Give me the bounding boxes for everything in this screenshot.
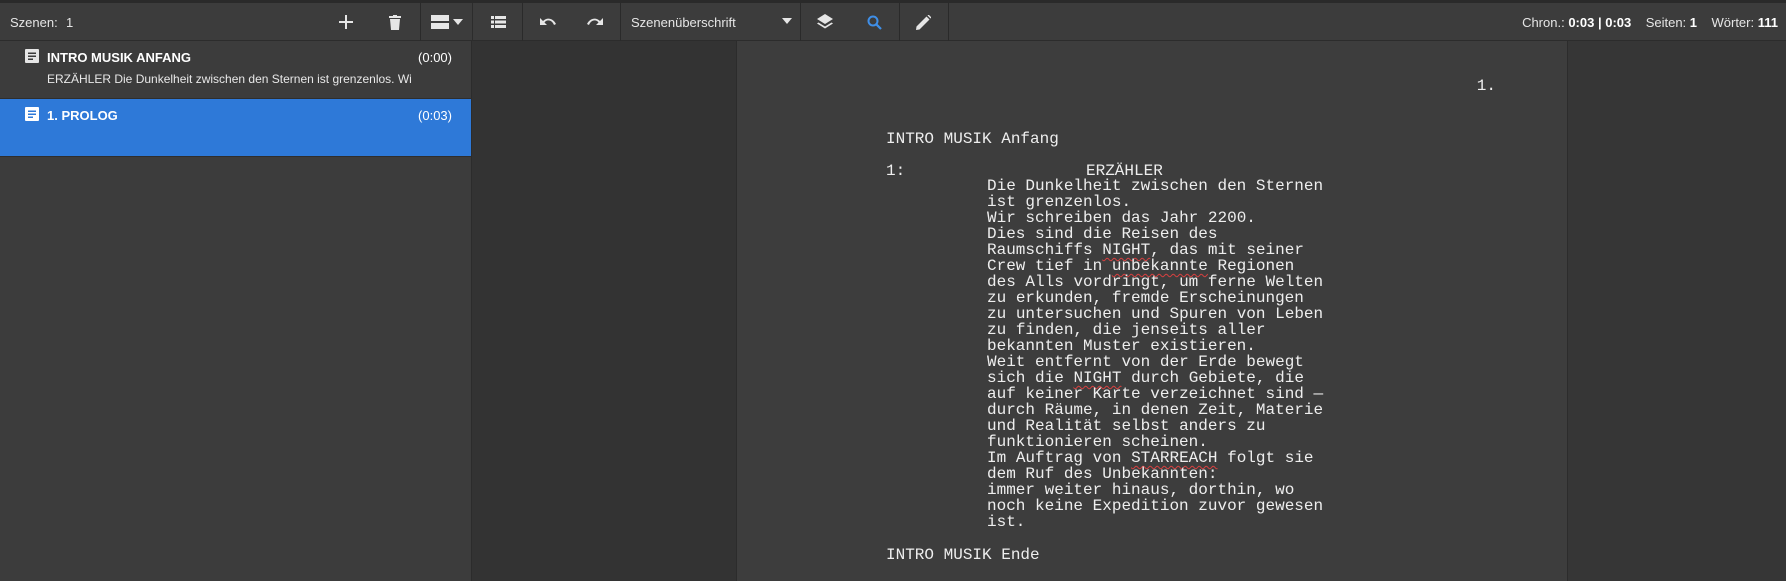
trash-icon xyxy=(389,14,401,30)
scene-description: ERZÄHLER Die Dunkelheit zwischen den Ste… xyxy=(47,72,412,86)
redo-button[interactable] xyxy=(580,3,610,41)
dialog-line: des Alls vordringt, um ferne Welten xyxy=(987,273,1324,291)
scene-toolbar: Szenen: 1 xyxy=(0,3,473,41)
dialog-line: ist grenzenlos. xyxy=(987,193,1132,211)
document-icon xyxy=(25,49,39,63)
dialog-line: ist. xyxy=(987,513,1026,531)
scene-list: INTRO MUSIK ANFANG (0:00) ERZÄHLER Die D… xyxy=(0,41,472,581)
layers-button[interactable] xyxy=(811,3,839,41)
list-icon xyxy=(490,16,506,28)
chevron-down-icon xyxy=(453,19,463,25)
view-split-icon xyxy=(431,15,449,29)
edit-button[interactable] xyxy=(909,3,937,41)
words-value: 111 xyxy=(1757,15,1778,30)
dialog-line: Crew tief in unbekannte Regionen xyxy=(987,257,1295,275)
dialog-line: Die Dunkelheit zwischen den Sternen xyxy=(987,177,1324,195)
document-icon xyxy=(25,107,39,121)
dialog-line: immer weiter hinaus, dorthin, wo xyxy=(987,481,1295,499)
scene-time: (0:03) xyxy=(418,108,452,123)
page-number: 1. xyxy=(1476,77,1496,95)
dialog-line: bekannten Muster existieren. xyxy=(987,337,1256,355)
dialog-line: Im Auftrag von STARREACH folgt sie xyxy=(987,449,1314,467)
pencil-icon xyxy=(915,14,931,30)
screenwriting-app: Szenen: 1 Szenenüberschrift Chron.: 0:03… xyxy=(0,0,1786,581)
dialog-line: auf keiner Karte verzeichnet sind — xyxy=(987,385,1324,403)
right-margin-pane xyxy=(1568,41,1786,581)
scene-list-button[interactable] xyxy=(485,3,511,41)
toolbar-separator xyxy=(899,3,900,41)
toolbar-separator xyxy=(420,3,421,41)
view-mode-button[interactable] xyxy=(426,3,468,41)
words-label: Wörter: xyxy=(1711,15,1755,30)
dialog-line: durch Räume, in denen Zeit, Materie xyxy=(987,401,1324,419)
dialog-line-number: 1: xyxy=(886,162,906,180)
pages-label: Seiten: xyxy=(1645,15,1687,30)
dialog-line: zu finden, die jenseits aller xyxy=(987,321,1266,339)
scene-title: 1. PROLOG xyxy=(47,108,118,123)
search-button[interactable] xyxy=(860,3,888,41)
toolbar-separator xyxy=(800,3,801,41)
scenes-count: 1 xyxy=(66,15,74,30)
toolbar-separator xyxy=(522,3,523,41)
scene-heading[interactable]: INTRO MUSIK Anfang xyxy=(886,130,1059,148)
dialog-line: Weit entfernt von der Erde bewegt xyxy=(987,353,1304,371)
redo-icon xyxy=(587,17,603,25)
dialog-line: zu erkunden, fremde Erscheinungen xyxy=(987,289,1304,307)
scene-time: (0:00) xyxy=(418,50,452,65)
chevron-down-icon xyxy=(782,18,792,24)
script-editor: 1. INTRO MUSIK Anfang 1: ERZÄHLER Die Du… xyxy=(472,41,1786,581)
dialog-line: und Realität selbst anders zu xyxy=(987,417,1266,435)
element-type-value: Szenenüberschrift xyxy=(631,14,736,30)
dialog-line: Raumschiffs NIGHT, das mit seiner xyxy=(987,241,1304,259)
dialog-line: zu untersuchen und Spuren von Leben xyxy=(987,305,1324,323)
document-stats: Chron.: 0:03 | 0:03 Seiten: 1 Wörter: 11… xyxy=(1522,15,1778,30)
element-type-dropdown[interactable]: Szenenüberschrift xyxy=(621,3,800,41)
pages-value: 1 xyxy=(1689,15,1698,30)
script-page[interactable]: 1. INTRO MUSIK Anfang 1: ERZÄHLER Die Du… xyxy=(736,41,1568,581)
dialog-line: funktionieren scheinen. xyxy=(987,433,1208,451)
dialog-line: sich die NIGHT durch Gebiete, die xyxy=(987,369,1304,387)
chron-value: 0:03 | 0:03 xyxy=(1568,15,1632,30)
undo-icon xyxy=(540,17,556,25)
scene-item-intro[interactable]: INTRO MUSIK ANFANG (0:00) ERZÄHLER Die D… xyxy=(0,41,471,99)
toolbar: Szenen: 1 Szenenüberschrift Chron.: 0:03… xyxy=(0,0,1786,41)
dialog-line: dem Ruf des Unbekannten: xyxy=(987,465,1218,483)
add-scene-button[interactable] xyxy=(333,3,359,41)
scene-item-prolog[interactable]: 1. PROLOG (0:03) xyxy=(0,99,471,157)
dialog-line: Dies sind die Reisen des xyxy=(987,225,1218,243)
undo-button[interactable] xyxy=(533,3,563,41)
dialog-line: noch keine Expedition zuvor gewesen xyxy=(987,497,1324,515)
toolbar-separator xyxy=(948,3,949,41)
dialog-block[interactable]: Die Dunkelheit zwischen den Sternen ist g… xyxy=(987,178,1323,530)
chron-label: Chron.: xyxy=(1522,15,1565,30)
plus-icon xyxy=(339,15,353,29)
layers-icon xyxy=(817,14,833,29)
scene-heading-end[interactable]: INTRO MUSIK Ende xyxy=(886,546,1040,564)
dialog-line: Wir schreiben das Jahr 2200. xyxy=(987,209,1256,227)
search-icon xyxy=(867,15,882,30)
delete-scene-button[interactable] xyxy=(382,3,408,41)
scenes-label: Szenen: xyxy=(10,15,58,30)
scene-title: INTRO MUSIK ANFANG xyxy=(47,50,191,65)
